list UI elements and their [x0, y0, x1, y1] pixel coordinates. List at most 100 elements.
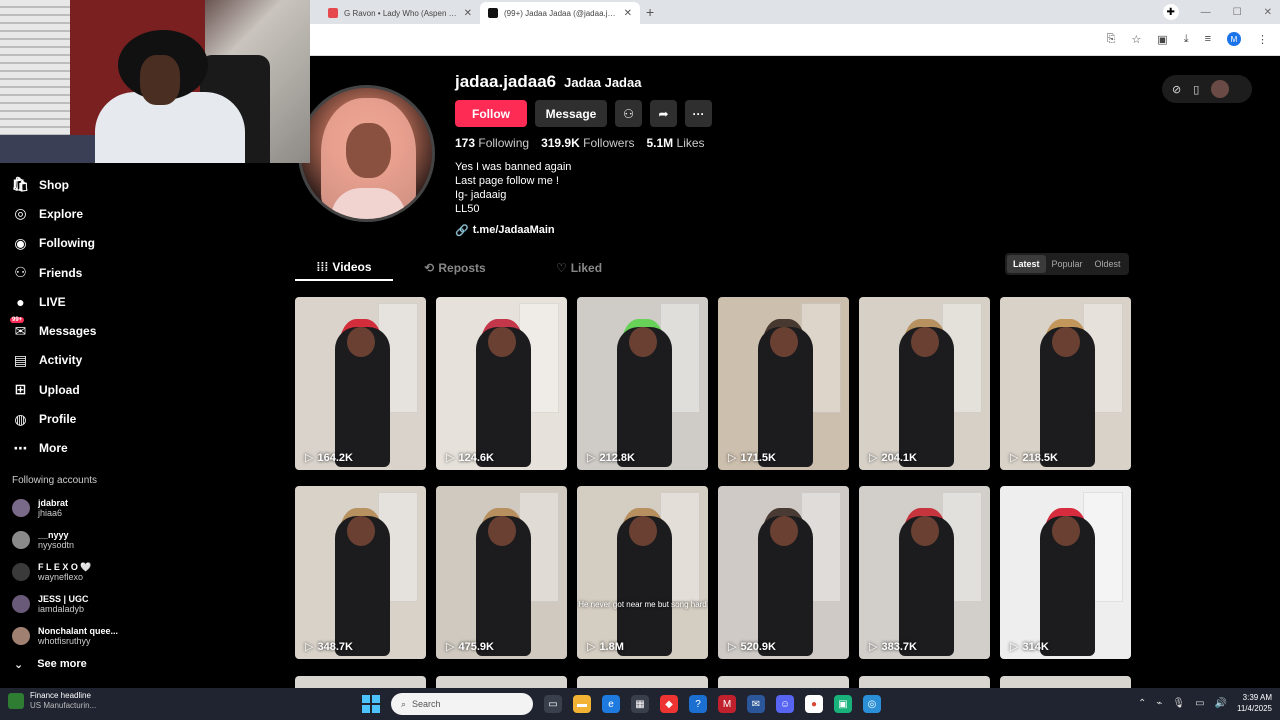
- video-thumbnail[interactable]: ▷ 164.2K: [295, 297, 426, 470]
- video-thumbnail[interactable]: ▷ 314K: [1000, 486, 1131, 659]
- see-more-button[interactable]: ⌄ See more: [0, 658, 150, 671]
- sort-popular[interactable]: Popular: [1046, 255, 1089, 273]
- mic-icon[interactable]: 🎙: [1172, 698, 1185, 709]
- account-name: F L E X O 🤍: [38, 561, 92, 572]
- device-icon[interactable]: ▯: [1193, 83, 1199, 96]
- following-account[interactable]: JESS | UGC iamdaladyb: [0, 588, 150, 620]
- sidebar-item-explore[interactable]: ◎ Explore: [0, 199, 150, 228]
- app-blue-icon[interactable]: ◎: [863, 695, 881, 713]
- video-thumbnail[interactable]: ▷ 204.1K: [859, 297, 990, 470]
- settings-icon[interactable]: ⊘: [1172, 83, 1181, 96]
- user-avatar[interactable]: [1211, 80, 1230, 98]
- sidebar-item-activity[interactable]: ▤ Activity: [0, 346, 150, 375]
- profile-avatar[interactable]: M: [1227, 32, 1241, 46]
- network-icon[interactable]: ⌁: [1156, 698, 1162, 709]
- following-account[interactable]: F L E X O 🤍 wayneflexo: [0, 556, 150, 588]
- follow-button[interactable]: Follow: [455, 100, 527, 127]
- video-thumbnail[interactable]: ▷ 348.7K: [295, 486, 426, 659]
- video-thumbnail[interactable]: He never got near me but song hard ▷ 1.8M: [577, 486, 708, 659]
- suggested-accounts-button[interactable]: ⚇: [615, 100, 642, 127]
- following-account[interactable]: Nonchalant quee... whotfisruthyy: [0, 620, 150, 652]
- mail-icon[interactable]: ✉: [747, 695, 765, 713]
- share-button[interactable]: ➦: [650, 100, 677, 127]
- app-red-icon[interactable]: ◆: [660, 695, 678, 713]
- news-widget[interactable]: Finance headline US Manufacturin...: [8, 691, 96, 711]
- media-icon[interactable]: ≡: [1205, 33, 1211, 45]
- video-grid: ▷ 164.2K ▷ 124.6K ▷ 212.8K ▷ 171.5K ▷ 204.1K ▷ 218.…: [295, 297, 1131, 659]
- view-count: ▷ 204.1K: [869, 451, 917, 465]
- sidebar-item-following[interactable]: ◉ Following: [0, 229, 150, 258]
- sidebar-item-label: Friends: [39, 265, 83, 280]
- username: jadaa.jadaa6: [455, 72, 557, 91]
- sidebar-item-live[interactable]: ● LIVE: [0, 287, 150, 316]
- video-thumbnail[interactable]: ▷ 475.9K: [436, 486, 567, 659]
- account-name: jdabrat: [38, 497, 69, 508]
- store-icon[interactable]: ▦: [631, 695, 649, 713]
- download-icon[interactable]: ⤓: [1184, 33, 1189, 46]
- help-icon[interactable]: ?: [689, 695, 707, 713]
- video-thumbnail[interactable]: ▷ 212.8K: [577, 297, 708, 470]
- view-count: ▷ 124.6K: [446, 451, 494, 465]
- video-thumbnail[interactable]: ▷ 520.9K: [718, 486, 849, 659]
- tab-reposts[interactable]: ⟲ Reposts: [393, 254, 517, 281]
- close-window-button[interactable]: ✕: [1264, 7, 1272, 18]
- view-count: ▷ 475.9K: [446, 640, 494, 654]
- following-account[interactable]: __nyyy nyysodtn: [0, 524, 150, 556]
- tab-liked[interactable]: ♡ Liked: [517, 254, 641, 281]
- sidebar-item-upload[interactable]: ⊞ Upload: [0, 375, 150, 404]
- tab-videos[interactable]: ⁞⁞⁞ Videos: [295, 254, 393, 281]
- taskbar-search[interactable]: ⌕ Search: [391, 693, 533, 715]
- minimize-button[interactable]: —: [1201, 7, 1211, 18]
- bio-line: LL50: [455, 203, 480, 215]
- profile-link[interactable]: 🔗 t.me/JadaaMain: [455, 224, 555, 237]
- file-explorer-icon[interactable]: ▬: [573, 695, 591, 713]
- sidebar-item-more[interactable]: ⋯ More: [0, 434, 150, 463]
- sidebar-item-shop[interactable]: 🛍 Shop: [0, 170, 150, 199]
- followers-stat[interactable]: 319.9K Followers: [541, 136, 634, 150]
- chevron-up-icon[interactable]: ⌃: [1138, 698, 1146, 709]
- video-thumbnail[interactable]: ▷ 171.5K: [718, 297, 849, 470]
- video-thumbnail[interactable]: ▷ 383.7K: [859, 486, 990, 659]
- following-account[interactable]: jdabrat jhiaa6: [0, 492, 150, 524]
- more-options-button[interactable]: ···: [685, 100, 712, 127]
- sidebar-item-label: More: [39, 441, 68, 456]
- following-stat[interactable]: 173 Following: [455, 136, 529, 150]
- task-view-icon[interactable]: ▭: [544, 695, 562, 713]
- tab-close-icon[interactable]: ✕: [464, 8, 472, 19]
- browser-tab[interactable]: (99+) Jadaa Jadaa (@jadaa.jadaa... ✕: [480, 2, 640, 24]
- video-thumbnail[interactable]: ▷ 218.5K: [1000, 297, 1131, 470]
- menu-kebab-icon[interactable]: ⋮: [1257, 33, 1268, 46]
- play-icon: ▷: [446, 641, 455, 653]
- video-thumbnail[interactable]: ▷ 124.6K: [436, 297, 567, 470]
- sort-latest[interactable]: Latest: [1007, 255, 1046, 273]
- discord-icon[interactable]: ☺: [776, 695, 794, 713]
- sidebar-item-profile[interactable]: ◍ Profile: [0, 404, 150, 433]
- play-icon: ▷: [305, 641, 314, 653]
- maximize-button[interactable]: ☐: [1233, 7, 1242, 18]
- start-button[interactable]: [362, 695, 380, 713]
- edge-icon[interactable]: e: [602, 695, 620, 713]
- sort-oldest[interactable]: Oldest: [1089, 255, 1127, 273]
- account-handle: iamdaladyb: [38, 603, 85, 614]
- link-icon: 🔗: [455, 225, 469, 237]
- clock[interactable]: 3:39 AM 11/4/2025: [1237, 692, 1272, 714]
- app-green-icon[interactable]: ▣: [834, 695, 852, 713]
- extension-plus-icon[interactable]: ✚: [1162, 4, 1179, 20]
- play-icon: ▷: [869, 452, 878, 464]
- tab-close-icon[interactable]: ✕: [624, 8, 632, 19]
- message-button[interactable]: Message: [535, 100, 607, 127]
- browser-tab[interactable]: G Ravon • Lady Who (Aspen Ki... ✕: [320, 2, 480, 24]
- bookmark-star-icon[interactable]: ☆: [1131, 33, 1141, 46]
- sidebar-item-friends[interactable]: ⚇ Friends: [0, 258, 150, 287]
- account-name: Nonchalant quee...: [38, 625, 119, 636]
- account-name: JESS | UGC: [38, 593, 89, 604]
- install-icon[interactable]: ⎘: [1107, 33, 1116, 46]
- sidepanel-icon[interactable]: ▣: [1157, 33, 1167, 46]
- shop-icon: 🛍: [11, 176, 30, 193]
- chrome-icon[interactable]: ●: [805, 695, 823, 713]
- new-tab-button[interactable]: +: [646, 4, 654, 20]
- display-icon[interactable]: ▭: [1195, 698, 1204, 709]
- sidebar-item-messages[interactable]: ✉ 99+ Messages: [0, 316, 150, 345]
- mcafee-icon[interactable]: M: [718, 695, 736, 713]
- volume-icon[interactable]: 🔊: [1215, 698, 1227, 709]
